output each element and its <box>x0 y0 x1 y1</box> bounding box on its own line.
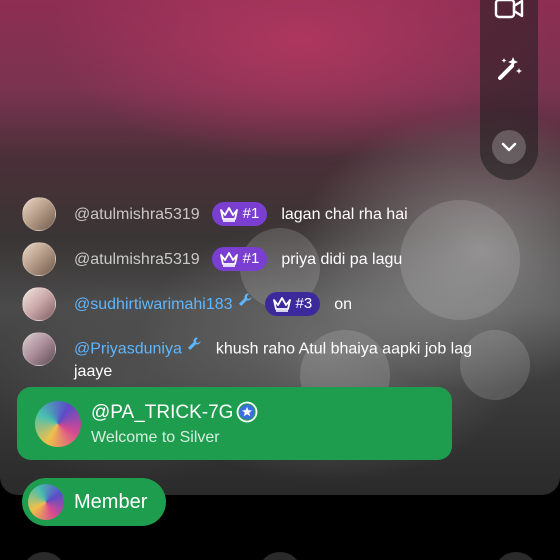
chat-username[interactable]: @atulmishra5319 <box>74 251 200 268</box>
crown-icon <box>219 207 238 222</box>
chat-username[interactable]: @Priyasduniya <box>74 341 182 358</box>
welcome-username: @PA_TRICK-7G <box>91 402 234 423</box>
bokeh-light <box>400 200 520 320</box>
chat-message: @atulmishra5319 #1 lagan chal rha hai <box>22 197 408 231</box>
bottom-bar-item[interactable] <box>258 552 302 560</box>
chevron-down-icon <box>501 142 517 152</box>
chat-message: @atulmishra5319 #1 priya didi pa lagu <box>22 242 402 276</box>
chat-line: @atulmishra5319 #1 priya didi pa lagu <box>74 242 402 272</box>
live-stream-view: @atulmishra5319 #1 lagan chal rha hai @atu… <box>0 0 560 495</box>
avatar <box>28 484 64 520</box>
chat-username[interactable]: @atulmishra5319 <box>74 206 200 223</box>
verified-star-icon <box>236 401 258 428</box>
chat-username[interactable]: @sudhirtiwarimahi183 <box>74 296 233 313</box>
avatar[interactable] <box>22 242 56 276</box>
rank-badge-label: #1 <box>242 250 260 267</box>
rank-badge: #1 <box>211 202 268 226</box>
avatar[interactable] <box>22 332 56 366</box>
chat-line: @Priyasduniya khush raho Atul bhaiya aapk… <box>74 332 474 383</box>
chat-message: @sudhirtiwarimahi183 #3 on <box>22 287 352 321</box>
avatar[interactable] <box>22 197 56 231</box>
collapse-button[interactable] <box>492 130 526 164</box>
member-button[interactable]: Member <box>22 478 166 526</box>
wrench-icon <box>237 292 253 315</box>
rank-badge: #3 <box>264 292 321 316</box>
chat-text: on <box>334 296 353 314</box>
crown-icon <box>219 252 238 267</box>
rank-badge-label: #1 <box>242 205 260 222</box>
magic-wand-icon[interactable] <box>494 54 524 84</box>
chat-line: @atulmishra5319 #1 lagan chal rha hai <box>74 197 408 227</box>
chat-line: @sudhirtiwarimahi183 #3 on <box>74 287 352 317</box>
stream-controls-rail <box>480 0 538 180</box>
avatar[interactable] <box>22 287 56 321</box>
bottom-bar-item[interactable] <box>494 552 538 560</box>
wrench-icon <box>186 336 202 359</box>
welcome-banner[interactable]: @PA_TRICK-7G Welcome to Silver <box>17 387 452 460</box>
video-camera-icon[interactable] <box>494 0 524 24</box>
chat-message: @Priyasduniya khush raho Atul bhaiya aapk… <box>22 332 474 383</box>
crown-icon <box>272 297 291 312</box>
welcome-subtitle: Welcome to Silver <box>91 429 220 446</box>
chat-text: lagan chal rha hai <box>281 206 408 224</box>
member-label: Member <box>74 490 148 513</box>
chat-text: priya didi pa lagu <box>281 251 403 269</box>
bottom-bar-item[interactable] <box>22 552 66 560</box>
rank-badge: #1 <box>211 247 268 271</box>
rank-badge-label: #3 <box>295 295 313 312</box>
avatar <box>35 401 81 447</box>
